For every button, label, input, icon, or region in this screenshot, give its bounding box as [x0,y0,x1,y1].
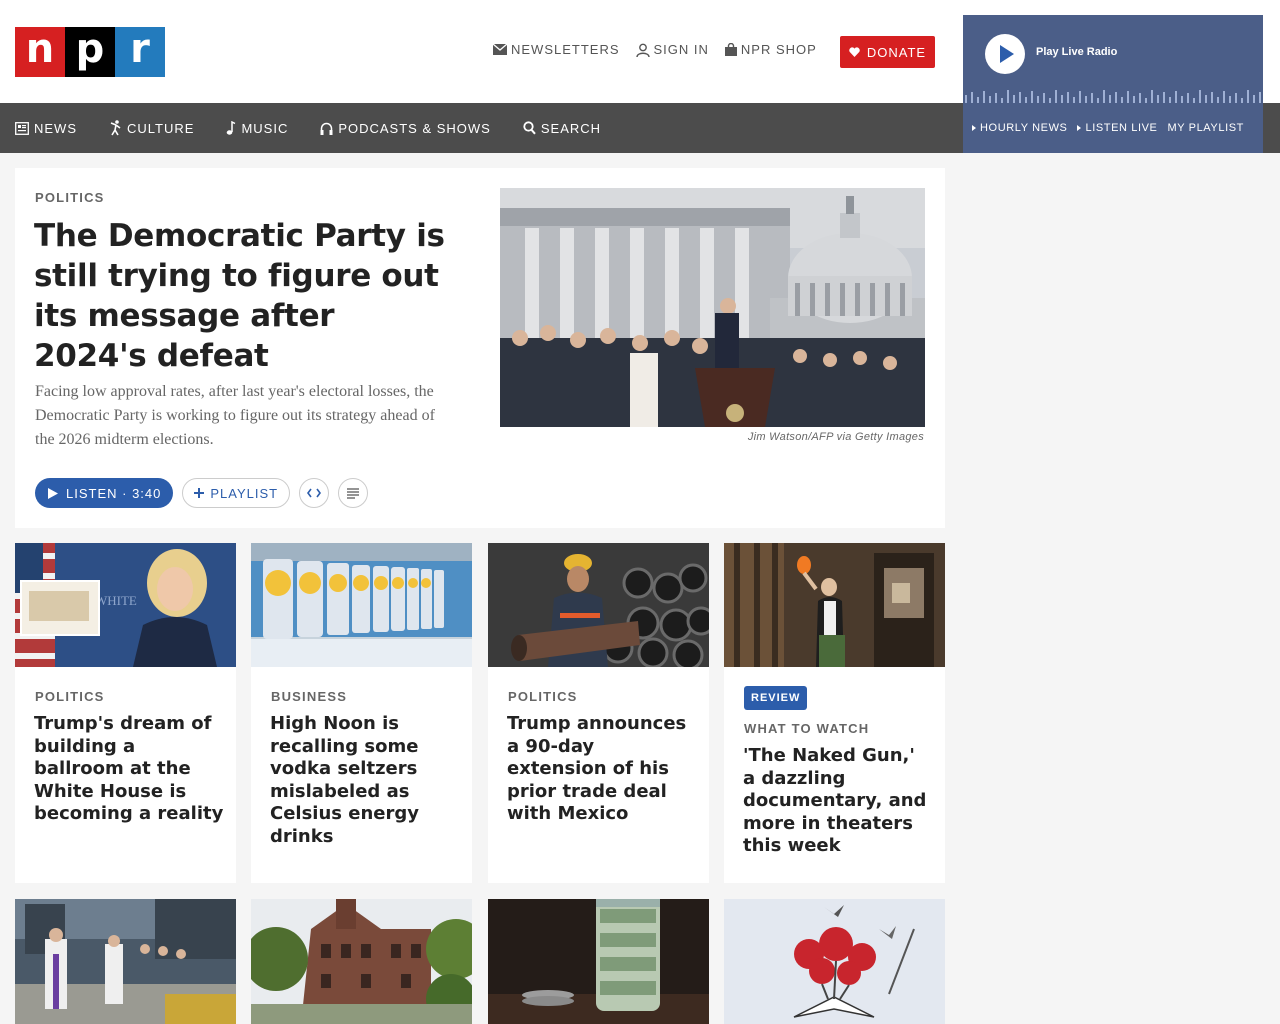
story-card[interactable]: REVIEW WHAT TO WATCH 'The Naked Gun,' a … [724,543,945,883]
npr-logo[interactable]: n p r [15,27,165,77]
caret-right-icon [1077,125,1082,131]
embed-code-icon [307,488,322,498]
story-card[interactable]: POLITICS Trump announces a 90-day extens… [488,543,709,883]
play-icon [48,487,58,499]
story-thumbnail-flowers-book[interactable] [724,899,945,1024]
listen-button[interactable]: LISTEN · 3:40 [35,478,174,508]
dancer-icon [110,120,121,136]
newsletters-link[interactable]: NEWSLETTERS [493,42,620,57]
play-live-radio-button[interactable] [985,34,1025,74]
npr-shop-label: NPR SHOP [740,42,817,57]
nav-news[interactable]: NEWS [15,121,77,136]
my-playlist-link[interactable]: MY PLAYLIST [1168,122,1245,134]
nav-search-label: SEARCH [540,120,602,136]
story-thumbnail-press-briefing[interactable]: WHITE [15,543,236,667]
hero-image-credit: Jim Watson/AFP via Getty Images [747,431,924,443]
caret-right-icon [972,125,976,131]
hero-story: POLITICS The Democratic Party is still t… [15,168,945,528]
nav-podcasts[interactable]: PODCASTS & SHOWS [320,121,491,136]
story-card[interactable]: BUSINESS High Noon is recalling some vod… [251,543,472,883]
nav-search[interactable]: SEARCH [523,121,601,136]
story-card[interactable]: WHITE POLITICS Trump's dream of building… [15,543,236,883]
play-live-radio-label: Play Live Radio [1036,46,1118,58]
newsletters-label: NEWSLETTERS [511,42,620,57]
card-slug[interactable]: POLITICS [508,689,578,704]
user-icon [635,43,650,57]
search-icon [523,121,536,135]
heart-icon [849,47,860,57]
card-headline[interactable]: Trump's dream of building a ballroom at … [34,713,224,826]
plus-icon [194,488,205,498]
envelope-icon [493,44,507,55]
npr-shop-link[interactable]: NPR SHOP [724,42,817,57]
story-thumbnail-naked-gun[interactable] [724,543,945,667]
sign-in-link[interactable]: SIGN IN [635,42,709,57]
hourly-news-link[interactable]: HOURLY NEWS [972,122,1067,134]
transcript-button[interactable] [338,478,369,508]
story-thumbnail-steel-pipes[interactable] [488,543,709,667]
nav-news-label: NEWS [34,120,77,136]
headphones-icon [320,122,333,135]
utility-nav: NEWSLETTERS SIGN IN NPR SHOP [493,42,817,57]
listen-label: LISTEN · 3:40 [66,485,162,501]
nav-culture-label: CULTURE [127,120,195,136]
transcript-lines-icon [347,487,360,499]
card-headline[interactable]: High Noon is recalling some vodka seltze… [270,713,460,848]
story-thumbnail-money-jar[interactable] [488,899,709,1024]
hero-teaser[interactable]: Facing low approval rates, after last ye… [35,380,455,452]
hourly-news-label: HOURLY NEWS [980,122,1068,134]
music-note-icon [227,121,236,135]
hero-image-capitol[interactable] [500,188,925,427]
card-slug[interactable]: BUSINESS [271,689,347,704]
hero-audio-actions: LISTEN · 3:40 PLAYLIST [35,478,369,508]
shopping-bag-icon [724,43,737,56]
story-thumbnail-procession[interactable] [15,899,236,1024]
hero-headline[interactable]: The Democratic Party is still trying to … [34,216,454,376]
my-playlist-label: MY PLAYLIST [1167,122,1244,134]
play-icon [1000,45,1014,63]
story-thumbnail-campus-building[interactable] [251,899,472,1024]
svg-text:WHITE: WHITE [95,593,137,608]
logo-letter-p: p [65,27,115,77]
playlist-label: PLAYLIST [210,485,279,501]
donate-label: DONATE [866,44,927,60]
hero-slug[interactable]: POLITICS [35,190,105,205]
main-nav: NEWS CULTURE MUSIC PODCASTS & SHOWS SEAR… [15,103,601,153]
card-slug[interactable]: POLITICS [35,689,105,704]
nav-culture[interactable]: CULTURE [109,120,194,136]
logo-letter-r: r [115,27,165,77]
embed-button[interactable] [299,478,330,508]
audio-waveform [965,90,1261,103]
nav-music-label: MUSIC [241,120,289,136]
card-slug[interactable]: WHAT TO WATCH [744,721,869,736]
player-links: HOURLY NEWS LISTEN LIVE MY PLAYLIST [963,103,1263,153]
listen-live-link[interactable]: LISTEN LIVE [1077,122,1157,134]
add-to-playlist-button[interactable]: PLAYLIST [182,478,291,508]
nav-music[interactable]: MUSIC [226,121,288,136]
nav-podcasts-label: PODCASTS & SHOWS [338,120,491,136]
listen-live-label: LISTEN LIVE [1085,122,1158,134]
donate-button[interactable]: DONATE [840,36,935,68]
card-headline[interactable]: 'The Naked Gun,' a dazzling documentary,… [743,745,933,858]
story-thumbnail-seltzer-cans[interactable] [251,543,472,667]
sign-in-label: SIGN IN [653,42,709,57]
newspaper-icon [15,121,29,135]
review-badge[interactable]: REVIEW [744,686,808,710]
card-headline[interactable]: Trump announces a 90-day extension of hi… [507,713,697,826]
logo-letter-n: n [15,27,65,77]
